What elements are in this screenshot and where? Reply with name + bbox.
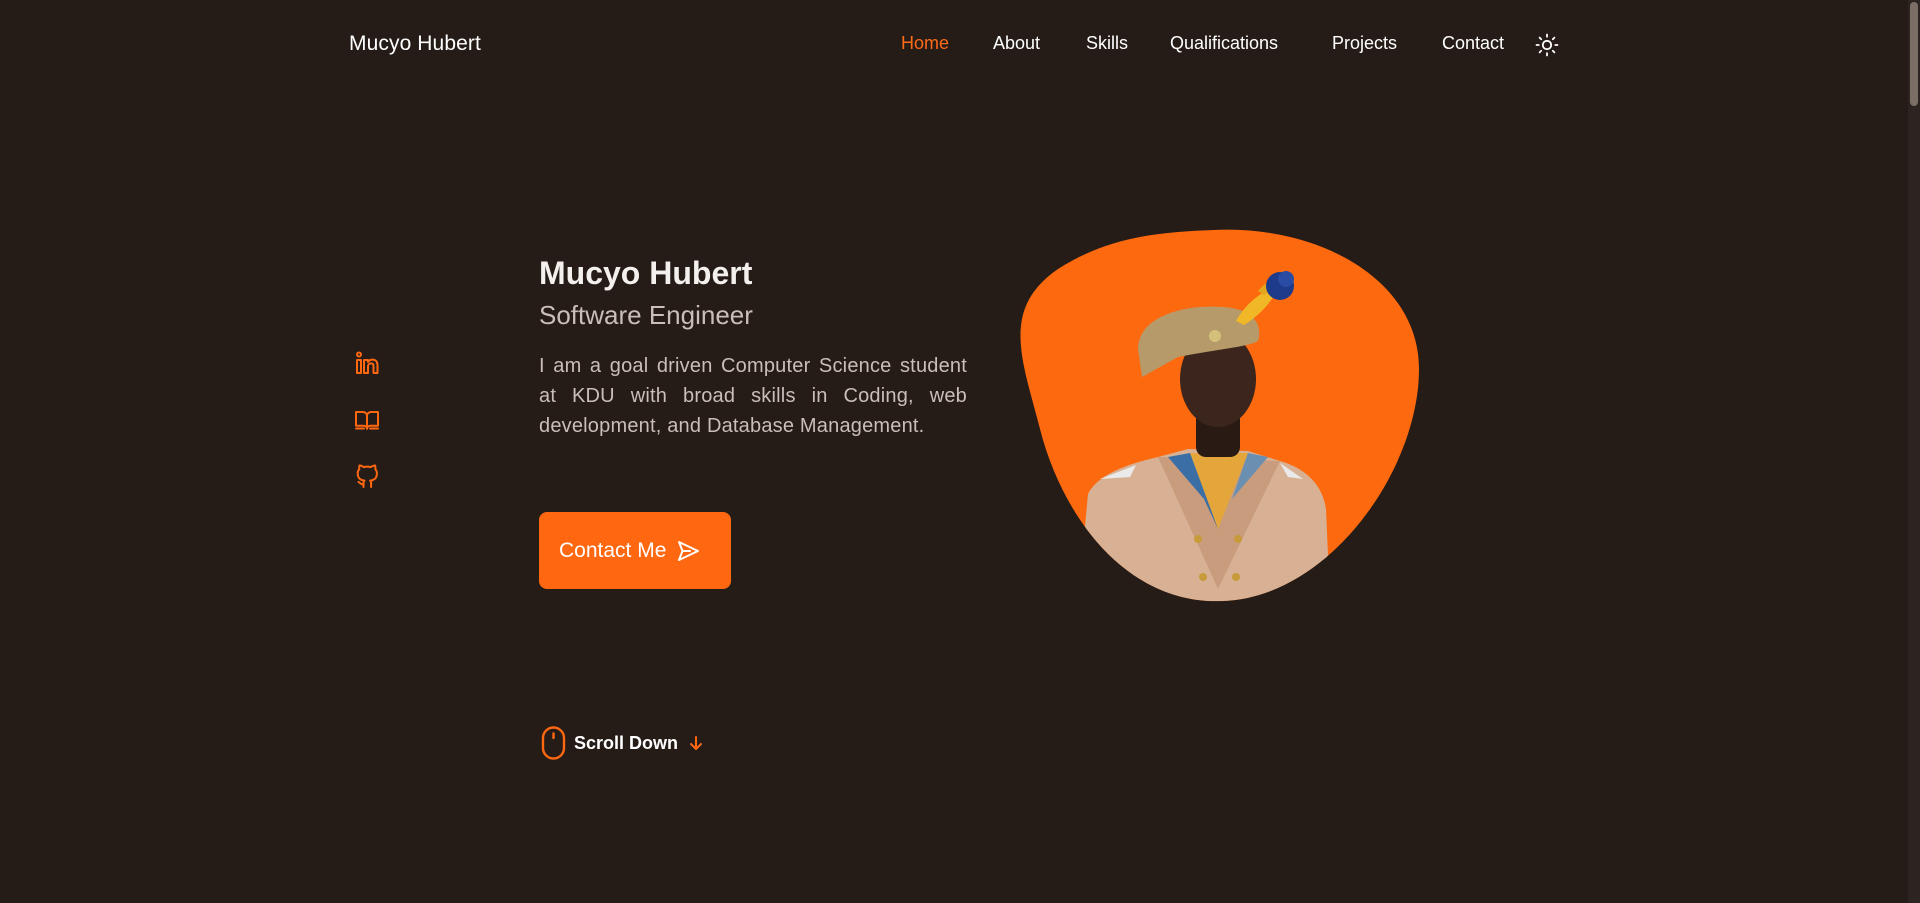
contact-me-button[interactable]: Contact Me [539,512,731,589]
sun-icon[interactable] [1535,33,1559,57]
nav-skills[interactable]: Skills [1086,33,1128,54]
logo[interactable]: Mucyo Hubert [349,32,481,56]
profile-photo [1020,229,1420,602]
header: Mucyo Hubert Home About Skills Qualifica… [0,0,1908,90]
nav-contact[interactable]: Contact [1442,33,1504,54]
contact-me-label: Contact Me [559,538,667,562]
scrollbar[interactable] [1908,0,1920,903]
send-icon [676,539,700,563]
hero-role: Software Engineer [539,300,753,330]
hero-name: Mucyo Hubert [539,255,753,291]
hero-description: I am a goal driven Computer Science stud… [539,355,967,437]
github-icon[interactable] [354,464,380,490]
linkedin-icon[interactable] [354,350,380,376]
nav-about[interactable]: About [993,33,1040,54]
profile-blob [1018,229,1421,603]
scroll-down-link[interactable]: Scroll Down [541,726,704,760]
arrow-down-icon [688,734,704,752]
nav-home[interactable]: Home [901,33,949,54]
scrollbar-thumb[interactable] [1910,2,1918,106]
nav-projects[interactable]: Projects [1332,33,1397,54]
social-links [354,350,382,521]
mouse-icon [541,726,567,760]
nav-qualifications[interactable]: Qualifications [1170,33,1278,54]
book-icon[interactable] [354,407,380,433]
scroll-down-label: Scroll Down [574,732,679,753]
